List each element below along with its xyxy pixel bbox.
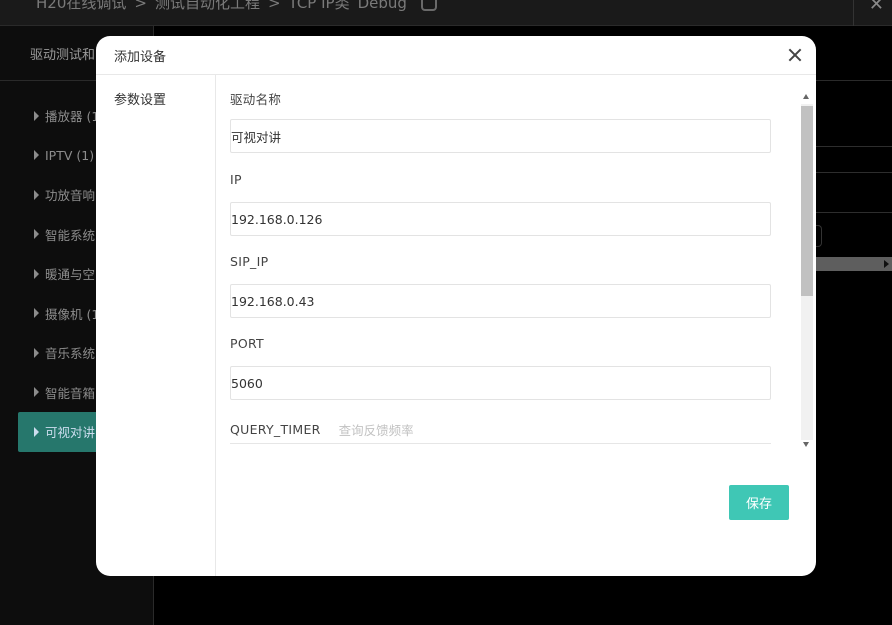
tree-item-label: 摄像机 (1 <box>45 306 100 322</box>
tab-parameter-settings[interactable]: 参数设置 <box>114 89 166 108</box>
breadcrumb-separator: > <box>267 0 281 12</box>
driver-name-field: 驱动名称 <box>230 89 771 153</box>
ip-input[interactable] <box>230 202 771 236</box>
sip-ip-input[interactable] <box>230 284 771 318</box>
caret-right-icon[interactable] <box>34 387 39 398</box>
port-field: PORT <box>230 336 771 400</box>
topbar-divider <box>853 0 854 26</box>
field-label: SIP_IP <box>230 254 269 269</box>
field-label: PORT <box>230 336 264 351</box>
dialog-sidebar: 参数设置 <box>96 75 216 576</box>
tree-item-label: 暖通与空 <box>45 267 96 283</box>
breadcrumb-item[interactable]: H20在线调试 <box>36 0 126 13</box>
breadcrumb-separator: > <box>134 0 147 12</box>
tree-item-label: 智能音箱 <box>45 385 96 401</box>
save-button[interactable]: 保存 <box>729 485 789 520</box>
breadcrumb-item[interactable]: Debug <box>358 0 407 12</box>
breadcrumb-item[interactable]: TCP IP类 <box>289 0 350 13</box>
scroll-down-icon[interactable] <box>803 442 809 447</box>
sip-ip-field: SIP_IP <box>230 254 771 318</box>
caret-right-icon[interactable] <box>34 150 39 161</box>
caret-right-icon[interactable] <box>34 229 39 240</box>
caret-right-icon[interactable] <box>34 426 39 437</box>
tree-item-label: 功放音响 <box>45 188 96 204</box>
caret-right-icon[interactable] <box>34 308 39 319</box>
tree-item-label: 可视对讲 <box>45 425 96 441</box>
driver-name-input[interactable] <box>230 119 771 153</box>
query-timer-placeholder[interactable]: 查询反馈频率 <box>339 420 414 439</box>
caret-right-icon[interactable] <box>34 347 39 358</box>
tree-item-label: 音乐系统 <box>45 346 96 362</box>
breadcrumb-item[interactable]: 测试自动化工程 <box>155 0 260 13</box>
caret-right-icon[interactable] <box>34 268 39 279</box>
app-topbar: H20在线调试 > 测试自动化工程 > TCP IP类 Debug ✕ <box>0 0 892 26</box>
divider <box>815 212 892 213</box>
scroll-right-icon[interactable] <box>884 260 889 268</box>
query-timer-input-edge[interactable] <box>230 443 771 444</box>
field-label: 驱动名称 <box>230 92 282 107</box>
tree-item-label: IPTV (1) <box>45 147 95 163</box>
add-device-dialog: 添加设备 参数设置 驱动名称 IP SIP_IP PORT QUERY_TIME… <box>96 36 816 576</box>
divider <box>815 172 892 173</box>
breadcrumb: H20在线调试 > 测试自动化工程 > TCP IP类 Debug <box>36 0 437 13</box>
divider <box>815 146 892 147</box>
scroll-up-icon[interactable] <box>803 94 809 99</box>
field-label: QUERY_TIMER <box>230 422 321 437</box>
window-close-icon[interactable]: ✕ <box>869 0 884 15</box>
close-icon[interactable] <box>788 48 802 62</box>
panel-title: 驱动测试和 <box>30 48 96 63</box>
port-input[interactable] <box>230 366 771 400</box>
caret-right-icon[interactable] <box>34 110 39 121</box>
query-timer-field[interactable]: QUERY_TIMER 查询反馈频率 <box>230 420 771 439</box>
parameter-form: 驱动名称 IP SIP_IP PORT QUERY_TIMER 查询反馈频率 <box>230 75 796 446</box>
tree-item-label: 智能系统 <box>45 227 96 243</box>
field-label: IP <box>230 172 242 187</box>
caret-right-icon[interactable] <box>34 189 39 200</box>
check-icon[interactable] <box>420 0 437 11</box>
ip-field: IP <box>230 172 771 236</box>
dialog-title: 添加设备 <box>114 50 167 65</box>
vertical-scrollbar[interactable] <box>800 90 813 449</box>
horizontal-scrollbar[interactable] <box>816 257 892 271</box>
dialog-header: 添加设备 <box>96 36 816 75</box>
scrollbar-thumb[interactable] <box>801 106 813 296</box>
